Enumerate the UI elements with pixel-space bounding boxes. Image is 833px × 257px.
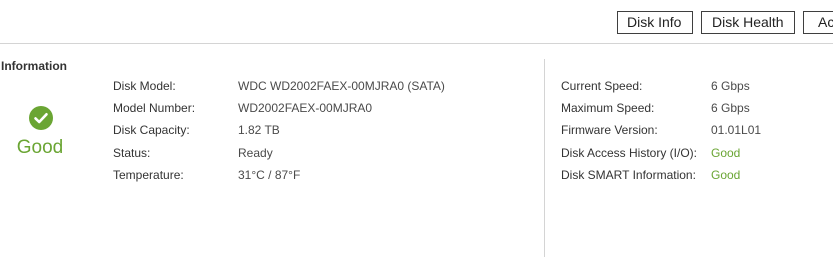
temperature-label: Temperature: [113, 168, 184, 182]
status-label: Status: [113, 146, 151, 160]
smart-information-label: Disk SMART Information: [561, 168, 696, 182]
disk-info-button[interactable]: Disk Info [617, 11, 693, 34]
health-status-badge: Good [0, 106, 80, 166]
disk-health-button[interactable]: Disk Health [701, 11, 795, 34]
disk-capacity-value: 1.82 TB [238, 123, 280, 137]
disk-model-label: Disk Model: [113, 79, 176, 93]
model-number-value: WD2002FAEX-00MJRA0 [238, 101, 373, 115]
firmware-version-value: 01.01L01 [711, 123, 762, 137]
disk-model-value: WDC WD2002FAEX-00MJRA0 (SATA) [238, 79, 445, 93]
status-value: Ready [238, 146, 273, 160]
toolbar-divider [0, 43, 833, 44]
maximum-speed-label: Maximum Speed: [561, 101, 655, 115]
section-title: k Information [0, 59, 68, 73]
health-status-text: Good [16, 137, 64, 158]
temperature-value: 31°C / 87°F [238, 168, 301, 182]
toolbar: Disk Info Disk Health Ac [0, 0, 833, 43]
model-number-label: Model Number: [113, 101, 196, 115]
column-divider [544, 59, 545, 257]
maximum-speed-value: 6 Gbps [711, 101, 750, 115]
current-speed-value: 6 Gbps [711, 79, 750, 93]
current-speed-label: Current Speed: [561, 79, 643, 93]
action-button[interactable]: Ac [803, 11, 833, 34]
firmware-version-label: Firmware Version: [561, 123, 658, 137]
disk-capacity-label: Disk Capacity: [113, 123, 190, 137]
access-history-label: Disk Access History (I/O): [561, 146, 698, 160]
access-history-link[interactable]: Good [711, 144, 740, 162]
disk-details-panel: Disk Info Disk Health Ac k Information G… [0, 0, 833, 257]
smart-information-link[interactable]: Good [711, 166, 740, 184]
check-circle-icon [29, 106, 53, 130]
